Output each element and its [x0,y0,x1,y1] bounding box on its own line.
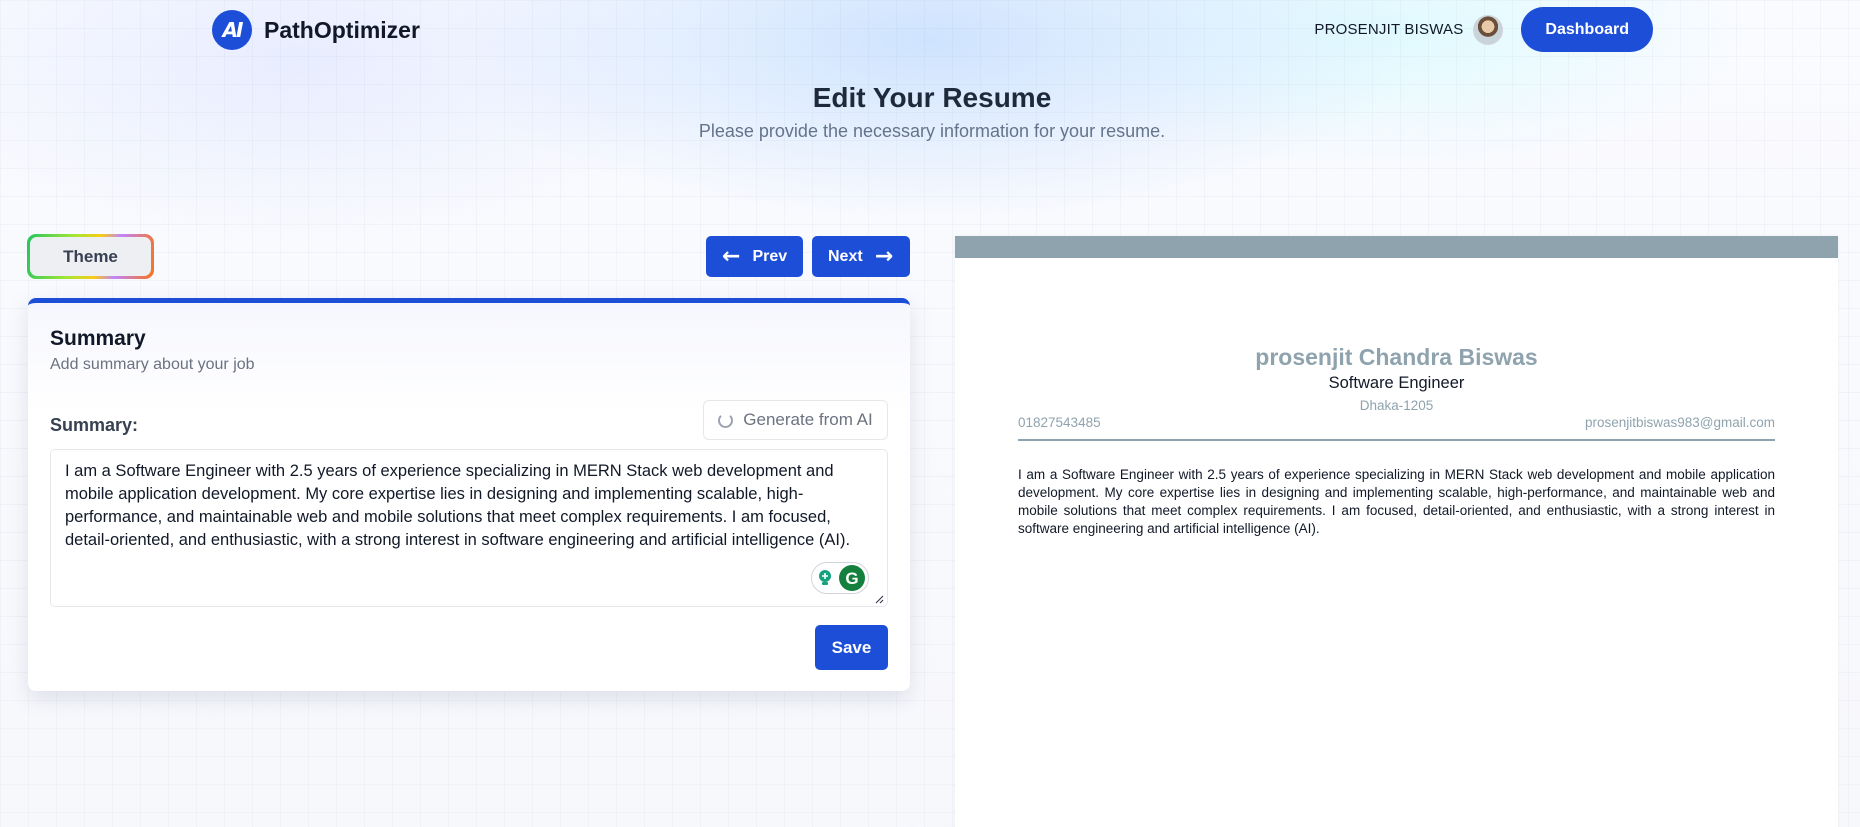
generate-ai-button[interactable]: Generate from AI [703,400,888,440]
dashboard-button[interactable]: Dashboard [1521,7,1653,52]
brand-name: PathOptimizer [264,16,420,43]
prev-button[interactable]: ← Prev [706,236,803,277]
arrow-left-icon: ← [722,243,741,269]
brand[interactable]: AI PathOptimizer [212,10,420,50]
user-name: PROSENJIT BISWAS [1314,21,1464,38]
page-title: Edit Your Resume [812,82,1052,113]
prev-label: Prev [752,247,788,265]
card-title: Summary [50,327,146,350]
save-button[interactable]: Save [815,625,888,670]
arrow-right-icon: → [874,243,894,269]
preview-phone: 01827543485 [1018,415,1101,430]
theme-button[interactable]: Theme [27,234,154,279]
lightbulb-icon [819,570,831,585]
summary-textarea[interactable]: I am a Software Engineer with 2.5 years … [50,449,888,607]
resume-preview: prosenjit Chandra Biswas Software Engine… [955,236,1838,827]
preview-divider [1018,439,1775,441]
summary-card: Summary Add summary about your job Summa… [28,298,910,691]
resize-handle-icon[interactable] [874,594,884,604]
page-subtitle: Please provide the necessary information… [698,121,1166,141]
loading-spinner-icon [718,412,734,428]
top-navbar: AI PathOptimizer PROSENJIT BISWAS Dashbo… [0,0,1860,60]
grammarly-icon: G [839,565,865,591]
user-area: PROSENJIT BISWAS Dashboard [1314,7,1653,52]
next-button[interactable]: Next → [812,236,910,277]
preview-name: prosenjit Chandra Biswas [1255,344,1538,370]
generate-ai-label: Generate from AI [743,410,873,429]
ai-logo-icon: AI [212,10,252,50]
theme-button-label: Theme [30,237,151,276]
next-label: Next [828,247,863,265]
summary-text: I am a Software Engineer with 2.5 years … [65,462,851,549]
preview-job-title: Software Engineer [1328,374,1465,392]
summary-label: Summary: [50,415,139,435]
card-subtitle: Add summary about your job [50,356,255,373]
avatar[interactable] [1473,14,1504,45]
preview-email: prosenjitbiswas983@gmail.com [1584,415,1775,430]
preview-summary: I am a Software Engineer with 2.5 years … [1018,467,1775,536]
grammarly-widget[interactable]: G [811,562,869,594]
preview-location: Dhaka-1205 [1359,398,1434,413]
